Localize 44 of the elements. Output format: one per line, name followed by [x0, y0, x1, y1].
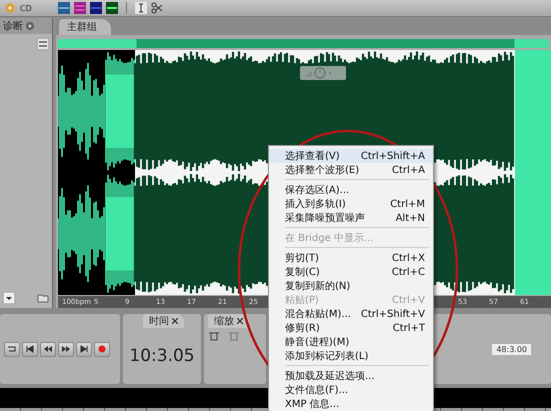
menu-item[interactable]: 插入到多轨(I) Ctrl+M	[269, 197, 433, 211]
fast-forward-icon	[61, 345, 71, 353]
spectral-view-icon[interactable]	[106, 2, 118, 14]
menu-item[interactable]: 静音(进程)(M)	[269, 335, 433, 349]
skip-back-icon	[26, 345, 34, 353]
loop-button[interactable]	[4, 342, 20, 356]
dropdown-icon[interactable]	[3, 292, 15, 304]
menu-item[interactable]: 保存选区(A)...	[269, 183, 433, 197]
panel-tab[interactable]: 主群组	[59, 19, 111, 35]
options-icon[interactable]	[37, 38, 49, 50]
close-icon[interactable]	[172, 318, 178, 324]
rewind-icon	[43, 345, 53, 353]
record-button[interactable]	[94, 342, 110, 356]
panel-menu-icon[interactable]	[25, 21, 35, 31]
menu-item[interactable]: 添加到标记列表(L)	[269, 349, 433, 363]
menu-item[interactable]: 复制(C) Ctrl+C	[269, 265, 433, 279]
menu-item[interactable]: 预加载及延迟选项...	[269, 369, 433, 383]
menu-item[interactable]: XMP 信息...	[269, 397, 433, 411]
close-icon[interactable]	[237, 318, 243, 324]
go-to-start-button[interactable]	[22, 342, 38, 356]
menu-item[interactable]: 修剪(R) Ctrl+T	[269, 321, 433, 335]
text-cursor-icon[interactable]	[134, 2, 147, 14]
fast-forward-button[interactable]	[58, 342, 74, 356]
skip-forward-icon	[80, 345, 88, 353]
menu-item[interactable]: 混合粘贴(M)... Ctrl+Shift+V	[269, 307, 433, 321]
go-to-end-button[interactable]	[76, 342, 92, 356]
menu-item[interactable]: 采集降噪预置噪声 Alt+N	[269, 211, 433, 225]
selection-length-field[interactable]: 48:3.00	[492, 344, 531, 354]
workspace-label[interactable]: CD	[20, 4, 32, 12]
scissors-icon[interactable]	[150, 2, 163, 14]
edit-view-icon[interactable]	[58, 2, 70, 14]
time-display: 10:3.05	[129, 346, 195, 366]
cd-view-icon[interactable]	[90, 2, 102, 14]
rewind-button[interactable]	[40, 342, 56, 356]
record-icon	[98, 345, 106, 353]
menu-item[interactable]: 文件信息(F)...	[269, 383, 433, 397]
menu-item[interactable]: 选择查看(V) Ctrl+Shift+A	[269, 149, 433, 163]
waveform-drawing[interactable]	[58, 50, 135, 295]
menu-item[interactable]: 复制到新的(N)	[269, 279, 433, 293]
loop-icon	[7, 345, 17, 353]
multitrack-view-icon[interactable]	[74, 2, 86, 14]
menu-item[interactable]: 剪切(T) Ctrl+X	[269, 251, 433, 265]
menu-item[interactable]: 选择整个波形(E) Ctrl+A	[269, 163, 433, 177]
folder-icon[interactable]	[37, 292, 49, 304]
